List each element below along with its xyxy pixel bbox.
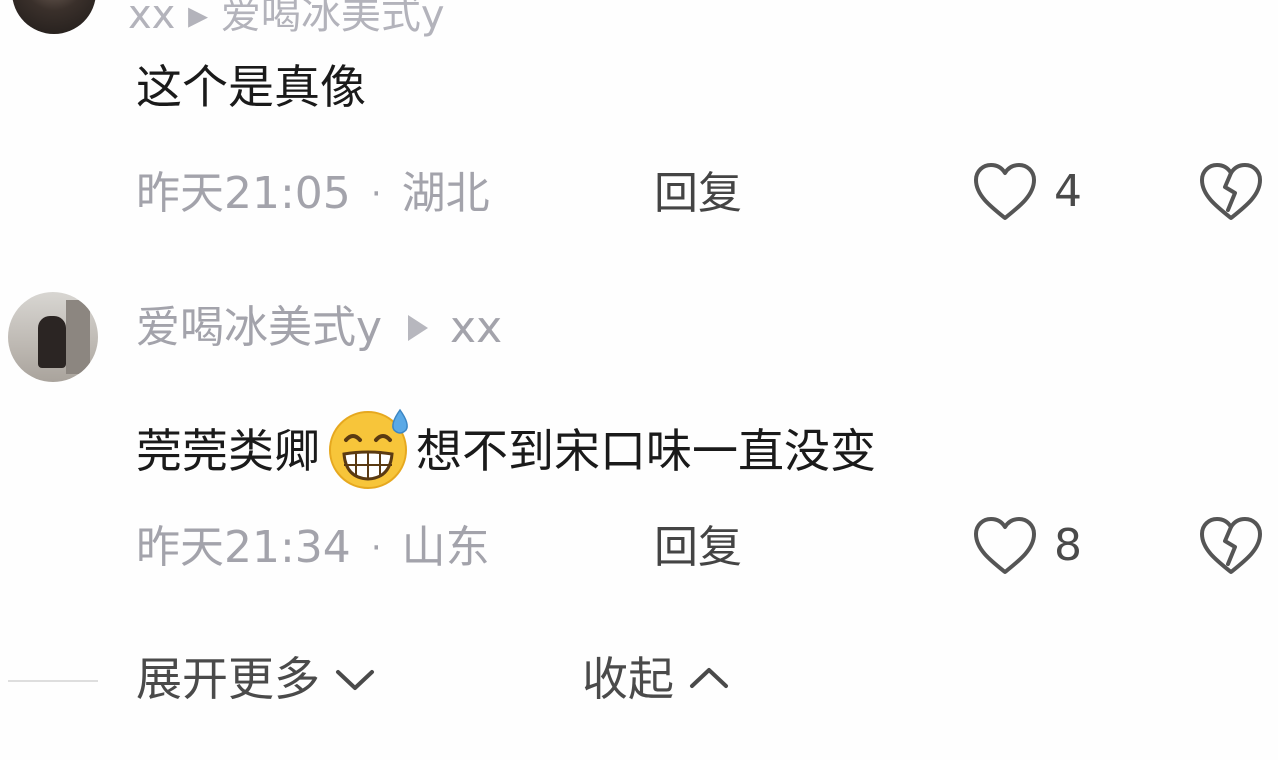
heart-outline-icon xyxy=(974,517,1036,574)
comment-username[interactable]: 爱喝冰美式y xyxy=(136,306,382,350)
thread-divider xyxy=(8,680,98,682)
comment-text-part: 想不到宋口味一直没变 xyxy=(416,424,876,478)
comment-text: 莞莞类卿 想不到宋口味一直没变 xyxy=(136,408,876,497)
expand-more-label: 展开更多 xyxy=(136,652,320,706)
reply-button[interactable]: 回复 xyxy=(654,526,742,570)
comment-time: 昨天21:05 xyxy=(136,168,351,219)
like-button[interactable]: 8 xyxy=(970,514,1082,578)
previous-comment-text: 这个是真像 xyxy=(136,60,366,114)
previous-comment-username[interactable]: xx ▸ 爱喝冰美式y xyxy=(128,0,445,40)
collapse-label: 收起 xyxy=(582,652,674,706)
comment-text-part: 莞莞类卿 xyxy=(136,424,320,478)
comment-header xyxy=(8,292,98,382)
dislike-button[interactable] xyxy=(1196,160,1266,228)
broken-heart-icon xyxy=(1200,517,1262,574)
reply-button[interactable]: 回复 xyxy=(654,172,742,216)
comment-thread: xx ▸ 爱喝冰美式y 这个是真像 昨天21:05 · 湖北 回复 4 爱喝冰美… xyxy=(0,0,1278,760)
meta-separator: · xyxy=(370,528,382,568)
comment-location: 湖北 xyxy=(401,168,490,219)
dislike-button[interactable] xyxy=(1196,514,1266,582)
previous-comment-meta: 昨天21:05 · 湖北 xyxy=(136,172,490,216)
comment-time: 昨天21:34 xyxy=(136,522,351,573)
heart-outline-icon xyxy=(974,163,1036,220)
avatar-figure xyxy=(38,316,66,368)
like-count: 8 xyxy=(1054,520,1082,571)
avatar[interactable] xyxy=(8,292,98,382)
chevron-up-icon xyxy=(690,668,728,688)
expand-more-button[interactable]: 展开更多 xyxy=(136,656,378,702)
collapse-button[interactable]: 收起 xyxy=(582,656,732,702)
previous-comment-header xyxy=(12,0,96,34)
like-button[interactable]: 4 xyxy=(970,160,1082,224)
comment-location: 山东 xyxy=(401,522,490,573)
comment-meta: 昨天21:34 · 山东 xyxy=(136,526,490,570)
chevron-down-icon xyxy=(336,670,374,690)
avatar-background xyxy=(66,300,90,374)
broken-heart-icon xyxy=(1200,163,1262,220)
like-count: 4 xyxy=(1054,166,1082,217)
meta-separator: · xyxy=(370,174,382,214)
triangle-right-icon xyxy=(408,315,429,341)
grinning-sweat-emoji xyxy=(322,404,414,497)
avatar[interactable] xyxy=(12,0,96,34)
reply-to-username[interactable]: xx xyxy=(450,306,502,350)
comment-username-row: 爱喝冰美式y xx xyxy=(136,306,502,350)
